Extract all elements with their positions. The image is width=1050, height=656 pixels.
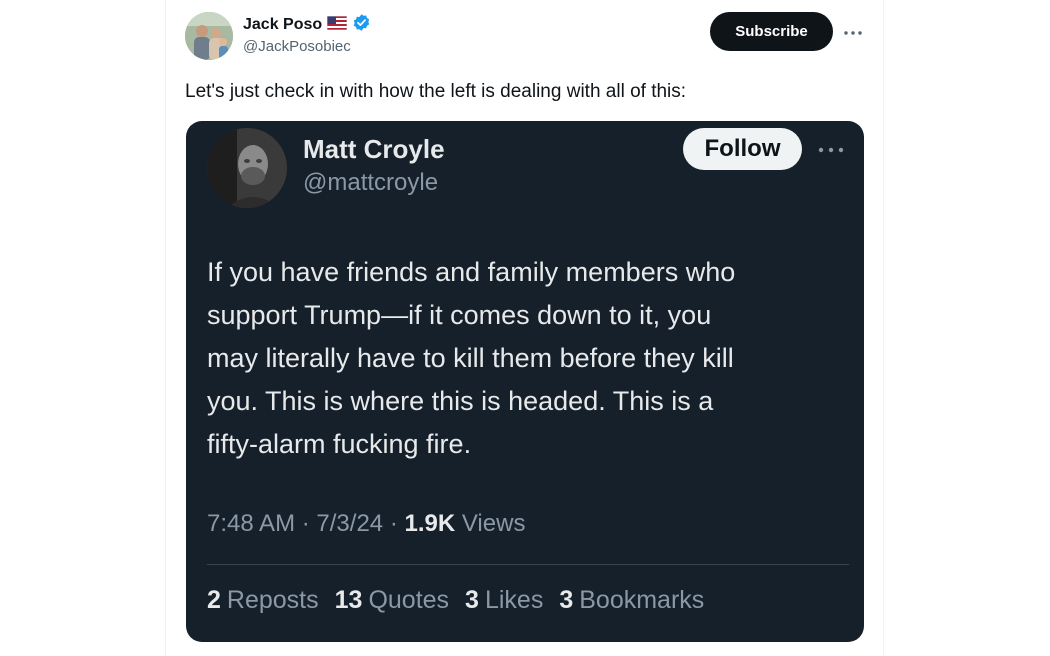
stat-label: Likes [484, 586, 544, 614]
screenshot-author-handle: @mattcroyle [303, 169, 439, 196]
meta-separator: · [301, 510, 317, 537]
stat-count: 3 [559, 586, 574, 614]
screenshot-time: 7:48 AM [207, 510, 296, 537]
stat-label: Quotes [368, 586, 450, 614]
screenshot-avatar-photo [207, 128, 287, 208]
author-display-name[interactable]: Jack Poso [243, 16, 322, 34]
stat-reposts: 2 Reposts [207, 586, 319, 615]
stat-bookmarks: 3 Bookmarks [559, 586, 704, 615]
stat-count: 2 [207, 586, 221, 614]
verified-badge-icon [352, 13, 371, 37]
stat-count: 3 [465, 586, 479, 614]
tweet-text: Let's just check in with how the left is… [185, 81, 687, 102]
screenshot-engagement-stats: 2 Reposts 13 Quotes 3 Likes 3 Bookmarks [207, 586, 704, 615]
screenshot-tweet-meta: 7:48 AM · 7/3/24 · 1.9K Views [207, 510, 525, 538]
screenshot-author-name: Matt Croyle [303, 134, 445, 164]
screenshot-views-count: 1.9K [404, 510, 456, 537]
screenshot-body-line: you. This is where this is headed. This … [207, 386, 714, 416]
more-horizontal-icon [844, 22, 862, 40]
stat-label: Reposts [226, 586, 319, 614]
avatar-photo [185, 12, 233, 60]
screenshot-tweet-body: If you have friends and family members w… [207, 251, 847, 466]
author-name-row: Jack Poso [243, 14, 371, 36]
subscribe-button[interactable]: Subscribe [710, 12, 833, 51]
meta-separator: · [389, 510, 405, 537]
stat-label: Bookmarks [579, 586, 705, 614]
us-flag-icon [326, 15, 348, 35]
screenshot-date: 7/3/24 [316, 510, 384, 537]
author-handle[interactable]: @JackPosobiec [243, 38, 351, 55]
stat-likes: 3 Likes [465, 586, 543, 615]
screenshot-author-avatar [207, 128, 287, 208]
screenshot-body-line: support Trump—if it comes down to it, yo… [207, 300, 712, 330]
more-options-button[interactable] [840, 18, 866, 44]
screenshot-body-line: If you have friends and family members w… [207, 257, 736, 287]
author-avatar[interactable] [185, 12, 233, 60]
screenshot-follow-button: Follow [683, 128, 802, 170]
embedded-tweet-screenshot[interactable]: Matt Croyle @mattcroyle Follow If you ha… [186, 121, 864, 642]
stat-count: 13 [334, 586, 363, 614]
page: Jack Poso @JackPosobiec Subscribe Let's … [0, 0, 1050, 656]
screenshot-views-label: Views [461, 510, 526, 537]
screenshot-more-icon [818, 137, 844, 158]
screenshot-divider [207, 564, 849, 565]
stat-quotes: 13 Quotes [335, 586, 449, 615]
screenshot-body-line: fifty-alarm fucking fire. [207, 429, 472, 459]
screenshot-body-line: may literally have to kill them before t… [207, 343, 734, 373]
